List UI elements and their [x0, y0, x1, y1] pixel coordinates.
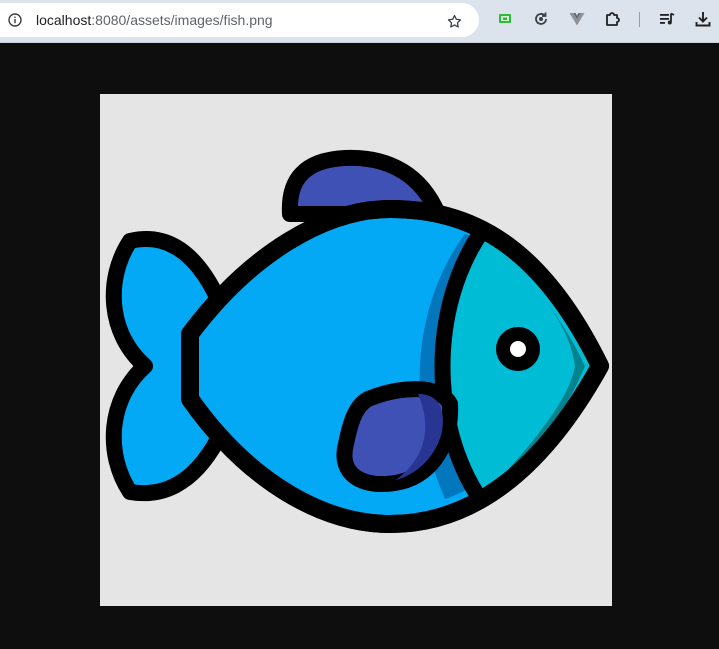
fish-illustration — [105, 149, 609, 533]
downloads-icon[interactable] — [694, 10, 712, 28]
url-path: :8080/assets/images/fish.png — [91, 12, 273, 28]
extensions-puzzle-icon[interactable] — [604, 10, 622, 28]
toolbar-separator — [639, 12, 640, 27]
reading-list-icon[interactable] — [658, 10, 676, 28]
browser-toolbar: localhost:8080/assets/images/fish.png — [0, 0, 719, 43]
address-bar[interactable]: localhost:8080/assets/images/fish.png — [0, 3, 479, 37]
bookmark-star-icon[interactable] — [446, 13, 463, 30]
eye-highlight — [510, 341, 526, 357]
image-viewer — [0, 43, 719, 649]
info-icon[interactable] — [8, 13, 22, 27]
url-host: localhost — [36, 12, 92, 28]
vue-devtools-icon[interactable] — [568, 10, 586, 28]
sync-extension-icon[interactable] — [532, 10, 550, 28]
fish-image — [100, 94, 612, 606]
screen-share-extension-icon[interactable] — [496, 10, 514, 28]
url-text[interactable]: localhost:8080/assets/images/fish.png — [36, 12, 273, 28]
